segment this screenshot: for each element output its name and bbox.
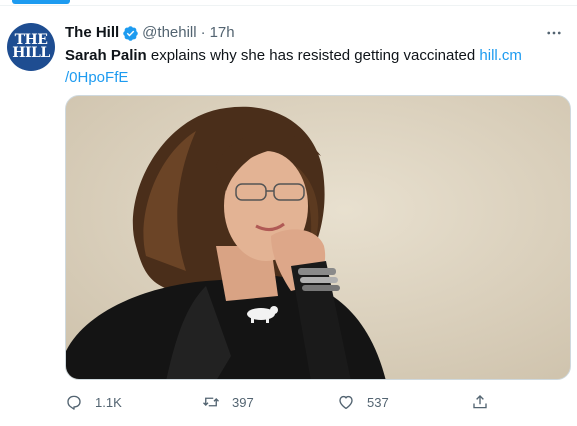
tweet-actions: 1.1K 397 537 (65, 386, 515, 418)
tweet-text-bold: Sarah Palin (65, 47, 147, 64)
active-tab-indicator (12, 0, 70, 4)
tweet-text-body: explains why she has resisted getting va… (146, 47, 480, 64)
more-icon[interactable] (541, 20, 567, 46)
retweet-button[interactable]: 397 (202, 386, 254, 418)
tweet-text: Sarah Palin explains why she has resiste… (65, 45, 545, 89)
author-name[interactable]: The Hill (65, 23, 119, 43)
avatar-logo-text: THE HILL (12, 32, 50, 61)
timestamp[interactable]: 17h (210, 23, 235, 43)
reply-icon (67, 395, 81, 410)
verified-badge-icon (122, 25, 139, 42)
like-icon (339, 395, 353, 410)
reply-count: 1.1K (95, 394, 122, 410)
like-button[interactable]: 537 (337, 386, 389, 418)
avatar[interactable]: THE HILL (7, 23, 55, 71)
share-icon (473, 395, 487, 409)
like-count: 537 (367, 394, 389, 410)
retweet-icon (203, 397, 219, 407)
reply-button[interactable]: 1.1K (65, 386, 122, 418)
sarah-palin-photo (66, 96, 570, 379)
retweet-count: 397 (232, 394, 254, 410)
separator: · (200, 24, 206, 41)
tweet-image[interactable] (65, 95, 571, 380)
share-button[interactable] (471, 386, 501, 418)
tweet[interactable]: THE HILL The Hill @thehill · 17h Sarah P… (0, 6, 577, 426)
handle[interactable]: @thehill (142, 23, 196, 43)
tweet-header: The Hill @thehill · 17h (65, 23, 235, 43)
